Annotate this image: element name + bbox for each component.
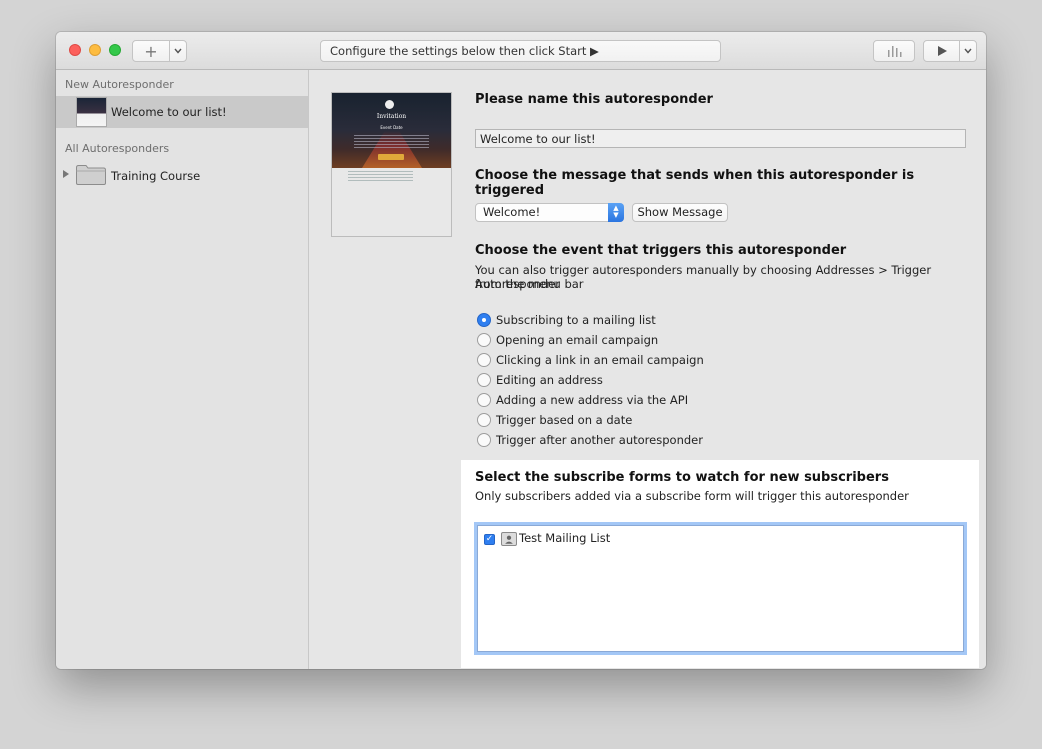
- subscribe-forms-list[interactable]: ✓ Test Mailing List: [474, 522, 967, 655]
- preview-title: Invitation: [376, 113, 407, 120]
- radio-button[interactable]: [477, 393, 491, 407]
- preview-text-lines: [354, 135, 429, 149]
- preview-hero-image: Invitation Event Date: [332, 93, 451, 168]
- toolbar: + Configure the settings below then clic…: [56, 32, 986, 70]
- preview-logo: [385, 100, 394, 109]
- event-option-label: Adding a new address via the API: [496, 393, 689, 407]
- message-select-value: Welcome!: [483, 205, 541, 219]
- event-option-label: Trigger after another autoresponder: [496, 433, 703, 447]
- sidebar-header-new: New Autoresponder: [65, 78, 174, 91]
- zoom-window-button[interactable]: [109, 44, 121, 56]
- sidebar-header-all: All Autoresponders: [65, 142, 170, 155]
- list-item-label: Test Mailing List: [519, 531, 611, 545]
- message-select[interactable]: Welcome! ▲ ▼: [475, 203, 624, 222]
- sidebar-item-label: Training Course: [111, 169, 201, 183]
- disclosure-triangle-icon[interactable]: [63, 170, 69, 178]
- main-panel: Invitation Event Date Please name this a…: [309, 70, 986, 669]
- radio-button[interactable]: [477, 373, 491, 387]
- app-window: + Configure the settings below then clic…: [56, 32, 986, 669]
- show-message-button[interactable]: Show Message: [632, 203, 728, 222]
- select-arrows-icon: ▲ ▼: [608, 203, 624, 222]
- list-row: ✓ Test Mailing List: [477, 525, 964, 652]
- sidebar-item-welcome[interactable]: Welcome to our list!: [56, 96, 308, 128]
- event-note-line-2: from the menu bar: [475, 277, 584, 291]
- sidebar: New Autoresponder Welcome to our list! A…: [56, 70, 309, 669]
- preview-subtitle: Event Date: [380, 125, 403, 130]
- radio-button[interactable]: [477, 413, 491, 427]
- radio-button[interactable]: [477, 433, 491, 447]
- play-icon: [937, 46, 947, 56]
- radio-button[interactable]: [477, 313, 491, 327]
- event-option-label: Subscribing to a mailing list: [496, 313, 656, 327]
- autoresponder-name-field[interactable]: [475, 129, 966, 148]
- folder-icon: [76, 165, 106, 185]
- start-menu-button[interactable]: [959, 40, 977, 62]
- radio-button[interactable]: [477, 333, 491, 347]
- chevron-down-icon: [964, 48, 972, 54]
- add-button[interactable]: +: [132, 40, 170, 62]
- person-icon: [501, 532, 517, 546]
- forms-note: Only subscribers added via a subscribe f…: [475, 489, 909, 503]
- stats-button[interactable]: [873, 40, 915, 62]
- event-option-label: Clicking a link in an email campaign: [496, 353, 704, 367]
- minimize-window-button[interactable]: [89, 44, 101, 56]
- preview-button: [378, 154, 404, 160]
- event-option-label: Editing an address: [496, 373, 603, 387]
- forms-heading: Select the subscribe forms to watch for …: [475, 470, 889, 485]
- email-thumbnail: [76, 97, 107, 127]
- email-preview[interactable]: Invitation Event Date: [331, 92, 452, 237]
- plus-icon: +: [144, 41, 158, 61]
- close-window-button[interactable]: [69, 44, 81, 56]
- radio-button[interactable]: [477, 353, 491, 367]
- add-menu-button[interactable]: [169, 40, 187, 62]
- sidebar-item-label: Welcome to our list!: [111, 105, 227, 119]
- name-heading: Please name this autoresponder: [475, 92, 713, 107]
- start-button[interactable]: [923, 40, 960, 62]
- event-heading: Choose the event that triggers this auto…: [475, 243, 847, 258]
- message-heading: Choose the message that sends when this …: [475, 168, 915, 198]
- bar-chart-icon: [888, 46, 902, 57]
- preview-body-text: [348, 171, 413, 183]
- sidebar-item-training-course[interactable]: Training Course: [56, 160, 308, 192]
- checkbox[interactable]: ✓: [484, 534, 495, 545]
- event-option-label: Opening an email campaign: [496, 333, 659, 347]
- status-text: Configure the settings below then click …: [320, 40, 721, 62]
- event-option-label: Trigger based on a date: [496, 413, 633, 427]
- subscribe-forms-panel: Select the subscribe forms to watch for …: [461, 460, 979, 668]
- chevron-down-icon: [174, 48, 182, 54]
